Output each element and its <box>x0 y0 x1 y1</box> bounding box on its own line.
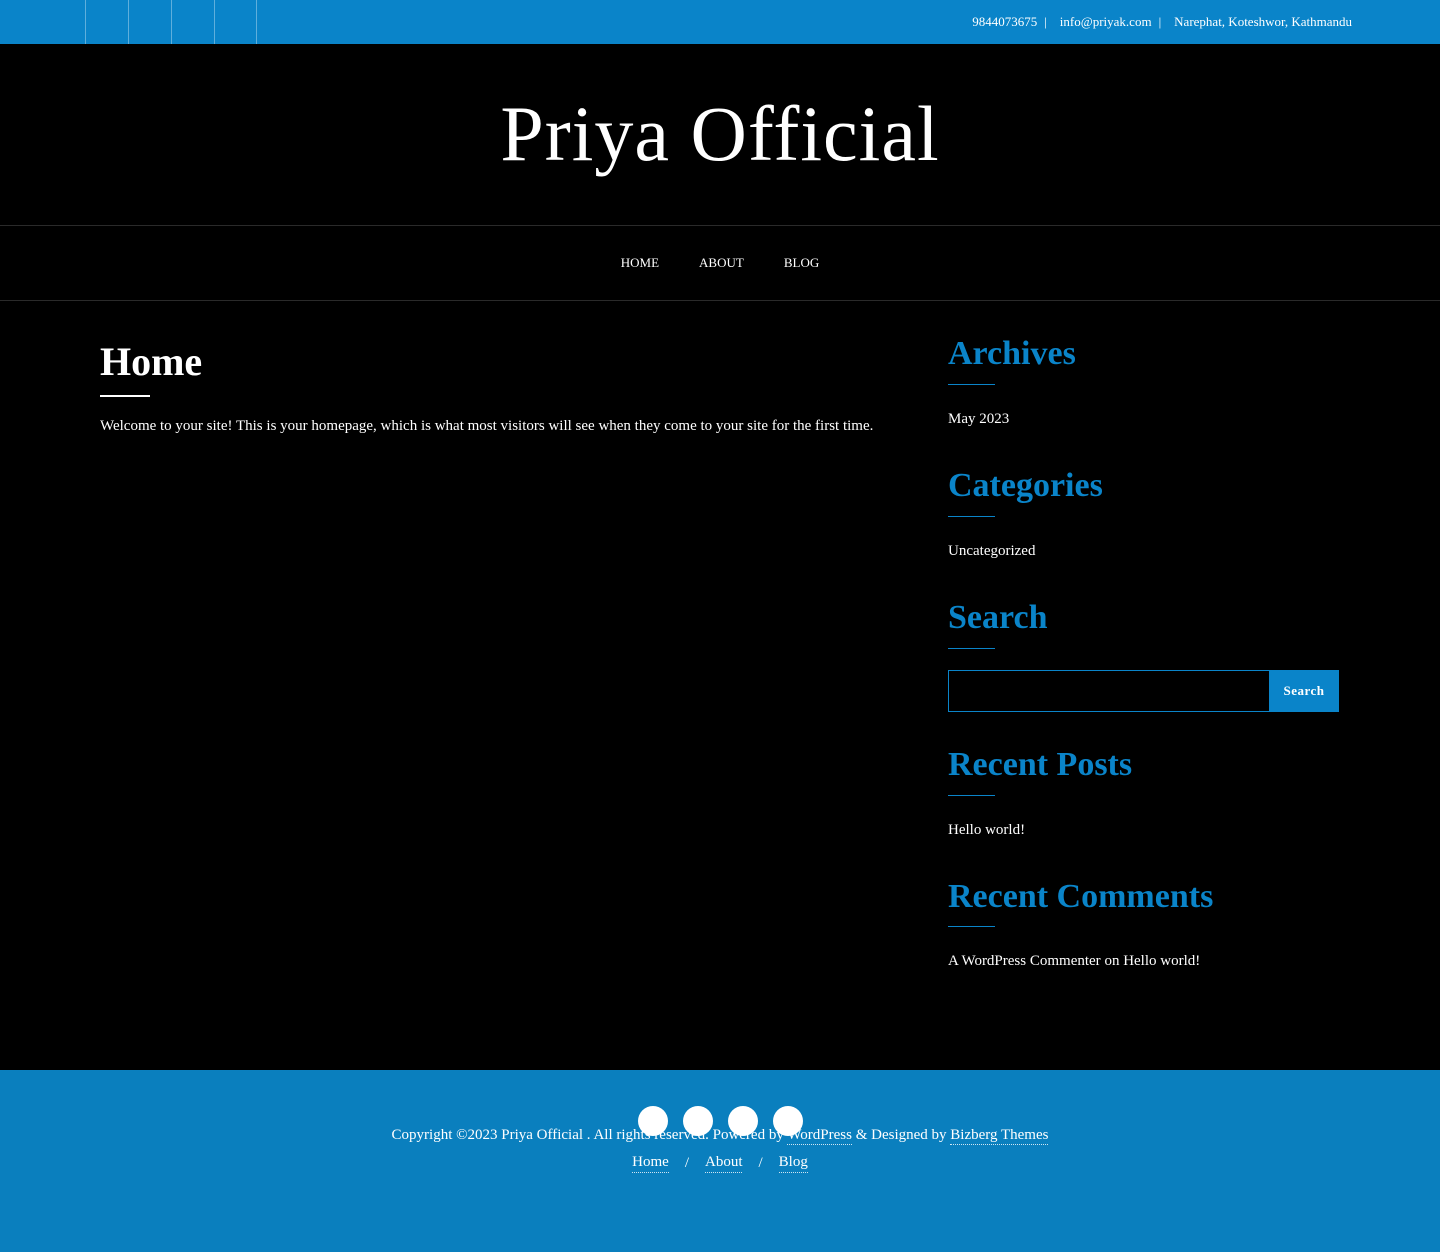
page-title: Home <box>100 339 203 384</box>
top-social-links <box>85 0 257 44</box>
wordpress-link[interactable]: WordPress <box>787 1127 852 1145</box>
site-title[interactable]: Priya Official <box>0 88 1440 180</box>
page-intro: Welcome to your site! This is your homep… <box>100 418 874 434</box>
contact-separator: | <box>1158 14 1162 29</box>
search-title: Search <box>948 599 1048 636</box>
facebook-icon[interactable] <box>85 0 128 44</box>
title-underline <box>100 395 150 397</box>
categories-title: Categories <box>948 467 1103 504</box>
widget-underline <box>948 926 995 927</box>
copyright: Copyright ©2023 Priya Official . All rig… <box>0 1127 1440 1145</box>
nav-item-home[interactable]: Home <box>621 255 659 271</box>
comment-author-link[interactable]: A WordPress Commenter <box>948 953 1101 969</box>
recent-posts-title: Recent Posts <box>948 746 1133 783</box>
copyright-text: Copyright ©2023 Priya Official . All rig… <box>391 1127 784 1143</box>
twitter-icon[interactable] <box>128 0 171 44</box>
nav-item-about[interactable]: About <box>699 255 744 271</box>
contact-address: Narephat, Koteshwor, Kathmandu <box>1174 14 1352 29</box>
recent-comments-title: Recent Comments <box>948 878 1214 915</box>
category-link[interactable]: Uncategorized <box>948 542 1035 560</box>
footer-nav-separator: / <box>684 1155 689 1171</box>
widget-underline <box>948 384 995 385</box>
comment-post-link[interactable]: Hello world! <box>1123 953 1200 969</box>
designer-link[interactable]: Bizberg Themes <box>950 1127 1049 1145</box>
footer-nav: Home / About / Blog <box>0 1154 1440 1173</box>
nav-item-blog[interactable]: Blog <box>784 255 819 271</box>
linkedin-icon[interactable] <box>214 0 257 44</box>
designed-by-text: & Designed by <box>855 1127 947 1143</box>
recent-post-link[interactable]: Hello world! <box>948 821 1025 839</box>
top-bar: 9844073675 | info@priyak.com | Narephat,… <box>0 0 1440 44</box>
footer-nav-separator: / <box>758 1155 763 1171</box>
recent-comment: A WordPress Commenter on Hello world! <box>948 952 1200 970</box>
footer-nav-home[interactable]: Home <box>632 1154 669 1173</box>
widget-underline <box>948 795 995 796</box>
footer-nav-blog[interactable]: Blog <box>778 1154 808 1173</box>
contact-email: info@priyak.com <box>1059 14 1152 29</box>
archives-title: Archives <box>948 335 1076 372</box>
search-input[interactable] <box>948 670 1270 712</box>
search-button[interactable]: Search <box>1269 670 1339 712</box>
widget-underline <box>948 516 995 517</box>
main-nav: Home About Blog <box>0 225 1440 301</box>
widget-underline <box>948 648 995 649</box>
contact-info: 9844073675 | info@priyak.com | Narephat,… <box>966 0 1352 44</box>
instagram-icon[interactable] <box>171 0 214 44</box>
archive-link[interactable]: May 2023 <box>948 410 1009 428</box>
footer: Home / About / Blog <box>0 1070 1440 1252</box>
comment-on-text: on <box>1104 953 1120 969</box>
contact-phone: 9844073675 <box>972 14 1038 29</box>
contact-separator: | <box>1044 14 1047 29</box>
footer-nav-about[interactable]: About <box>704 1154 743 1173</box>
